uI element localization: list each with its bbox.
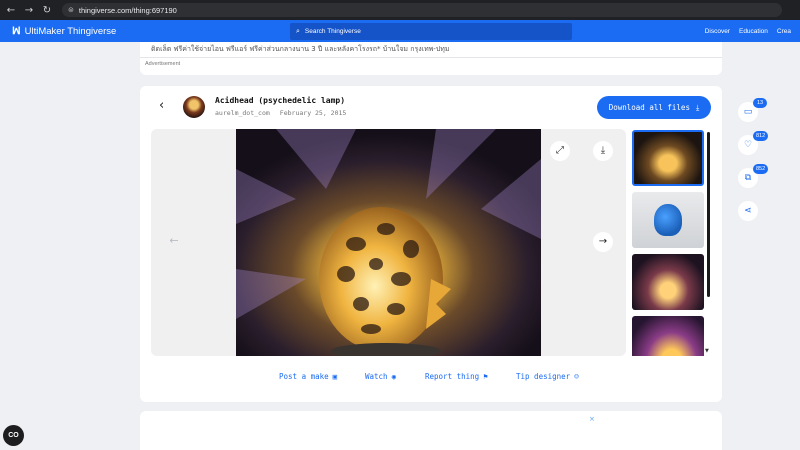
nav-create[interactable]: Crea [777,28,791,35]
thumbnail-2[interactable] [632,192,704,248]
tip-label: Tip designer [516,372,571,381]
browser-toolbar: ← → ↻ ⊜ thingiverse.com/thing:697190 [0,0,800,20]
download-all-label: Download all files [608,103,690,112]
forward-arrow-icon[interactable]: → [22,5,36,16]
publish-date: February 25, 2015 [279,109,347,117]
scroll-down-arrow-icon[interactable]: ▼ [705,348,709,354]
search-icon: ⌕ [296,27,300,35]
image-icon: ▣ [332,372,338,381]
address-text: thingiverse.com/thing:697190 [78,5,177,15]
thing-meta: aurelm_dot_com February 25, 2015 [215,109,346,117]
accessibility-widget-button[interactable]: CO [3,425,24,446]
watch-label: Watch [365,372,388,381]
share-icon: ⋖ [744,206,752,216]
header-button-edge[interactable] [577,20,687,28]
download-icon: ⤓ [695,102,700,112]
thing-title: Acidhead (psychedelic lamp) [215,96,346,105]
next-image-arrow-icon[interactable]: → [593,232,613,252]
collection-icon: ⧉ [744,173,752,183]
reload-icon[interactable]: ↻ [40,5,54,16]
main-image[interactable] [236,129,541,356]
back-arrow-icon[interactable]: ← [4,5,18,16]
tip-designer-link[interactable]: Tip designer ☺ [516,372,579,381]
report-thing-link[interactable]: Report thing ⚑ [425,372,488,381]
ad-text[interactable]: ติดเล็ต ฟรีค่าใช้จ่ายไอน ฟรีแอร์ ฟรีค่าส… [151,44,450,55]
flag-icon: ⚑ [483,372,488,381]
thumbnail-1[interactable] [632,130,704,186]
thumbnail-3[interactable] [632,254,704,310]
fullscreen-icon[interactable]: ⤢ [550,141,570,161]
post-make-label: Post a make [279,372,329,381]
back-button[interactable]: ‹ [159,99,171,113]
comment-icon: ▭ [743,107,753,117]
thumbnail-scrollbar[interactable] [707,132,710,297]
comments-count: 13 [753,98,767,108]
top-nav: Discover Education Crea [705,20,800,42]
close-ad-icon[interactable]: × [589,415,595,423]
post-make-link[interactable]: Post a make ▣ [279,372,337,381]
ad-divider [140,57,722,58]
ultimaker-logo-icon: ꟽ [12,25,21,37]
report-label: Report thing [425,372,480,381]
collections-count: 852 [753,164,769,174]
nav-discover[interactable]: Discover [705,28,730,35]
prev-image-arrow-icon[interactable]: ← [166,233,182,249]
logo-text: UltiMaker Thingiverse [24,25,117,37]
thing-actions: Post a make ▣ Watch ◉ Report thing ⚑ Tip… [140,372,722,386]
image-viewer: ← → ⤢ ⤓ [151,129,626,356]
smile-icon: ☺ [574,372,579,381]
author-link[interactable]: aurelm_dot_com [215,109,270,117]
advertisement-bottom: × [140,411,722,450]
ad-label: Advertisement [145,61,181,67]
share-button[interactable]: ⋖ [738,201,758,221]
likes-count: 812 [753,131,769,141]
thumbnail-strip [631,129,713,356]
search-placeholder: Search Thingiverse [304,28,361,35]
lamp-photo-graphic [236,129,541,356]
site-info-icon[interactable]: ⊜ [68,6,74,14]
download-all-button[interactable]: Download all files ⤓ [597,96,711,119]
nav-education[interactable]: Education [739,28,768,35]
site-logo[interactable]: ꟽ UltiMaker Thingiverse [12,26,116,37]
download-image-icon[interactable]: ⤓ [593,141,613,161]
thumbnail-4[interactable] [632,316,704,356]
heart-icon: ♡ [743,140,753,150]
eye-icon: ◉ [391,372,397,381]
watch-link[interactable]: Watch ◉ [365,372,396,381]
search-input[interactable]: ⌕ Search Thingiverse [290,23,572,40]
advertisement-top: ติดเล็ต ฟรีค่าใช้จ่ายไอน ฟรีแอร์ ฟรีค่าส… [140,42,722,75]
author-avatar[interactable] [183,96,205,118]
thing-card: ‹ Acidhead (psychedelic lamp) aurelm_dot… [140,86,722,402]
address-bar[interactable]: ⊜ thingiverse.com/thing:697190 [62,3,782,17]
